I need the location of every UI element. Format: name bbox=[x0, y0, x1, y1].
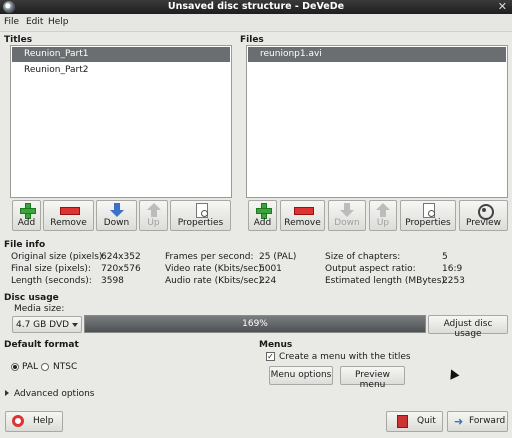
remove-icon bbox=[59, 203, 80, 217]
media-size-label: Media size: bbox=[14, 304, 65, 314]
aspect-value: 16:9 bbox=[442, 264, 463, 274]
chevron-down-icon bbox=[72, 323, 78, 327]
fps-value: 25 (PAL) bbox=[259, 252, 297, 262]
ntsc-label[interactable]: NTSC bbox=[53, 362, 77, 372]
default-format-heading: Default format bbox=[4, 340, 79, 350]
title-item-1[interactable]: Reunion_Part1 bbox=[12, 47, 230, 62]
est-length-label: Estimated length (MBytes): bbox=[325, 276, 448, 286]
expander-arrow-icon[interactable] bbox=[5, 390, 9, 396]
titles-remove-button[interactable]: Remove bbox=[43, 200, 94, 231]
titles-down-button[interactable]: Down bbox=[96, 200, 137, 231]
help-icon bbox=[12, 415, 24, 427]
file-info-heading: File info bbox=[4, 240, 46, 250]
files-heading: Files bbox=[240, 35, 264, 45]
create-menu-label[interactable]: Create a menu with the titles bbox=[279, 352, 411, 362]
menus-heading: Menus bbox=[259, 340, 293, 350]
est-length-value: 2253 bbox=[442, 276, 465, 286]
final-size-value: 720x576 bbox=[101, 264, 141, 274]
files-properties-button[interactable]: Properties bbox=[400, 200, 456, 231]
forward-icon: ➜ bbox=[454, 415, 464, 428]
menu-options-button[interactable]: Menu options bbox=[269, 366, 333, 385]
window-title: Unsaved disc structure - DeVeDe bbox=[167, 1, 345, 12]
quit-button[interactable]: Quit bbox=[386, 411, 443, 432]
pal-radio[interactable] bbox=[11, 363, 19, 371]
up-icon bbox=[376, 203, 390, 217]
title-item-2[interactable]: Reunion_Part2 bbox=[12, 63, 230, 78]
remove-icon bbox=[293, 203, 314, 217]
ntsc-radio[interactable] bbox=[41, 363, 49, 371]
menubar: File Edit Help bbox=[0, 14, 512, 32]
file-item-1[interactable]: reunionp1.avi bbox=[248, 47, 506, 62]
titles-up-button[interactable]: Up bbox=[139, 200, 168, 231]
chapters-label: Size of chapters: bbox=[325, 252, 401, 262]
titles-add-button[interactable]: Add bbox=[12, 200, 41, 231]
final-size-label: Final size (pixels): bbox=[11, 264, 91, 274]
disc-usage-bar: 169% bbox=[84, 315, 426, 333]
files-list[interactable]: reunionp1.avi bbox=[246, 45, 508, 198]
create-menu-checkbox[interactable]: ✓ bbox=[266, 352, 275, 361]
help-button[interactable]: Help bbox=[5, 411, 63, 432]
fps-label: Frames per second: bbox=[165, 252, 254, 262]
disc-usage-text: 169% bbox=[242, 319, 268, 329]
menu-file[interactable]: File bbox=[4, 17, 19, 27]
add-icon bbox=[19, 203, 36, 219]
aspect-label: Output aspect ratio: bbox=[325, 264, 416, 274]
properties-icon bbox=[421, 203, 435, 218]
advanced-options-toggle[interactable]: Advanced options bbox=[14, 389, 94, 399]
files-up-button[interactable]: Up bbox=[369, 200, 397, 231]
mouse-cursor-icon bbox=[446, 367, 460, 380]
pal-label[interactable]: PAL bbox=[22, 362, 38, 372]
quit-icon bbox=[397, 415, 408, 428]
preview-icon bbox=[477, 203, 494, 220]
audio-rate-value: 224 bbox=[259, 276, 277, 286]
adjust-disc-usage-button[interactable]: Adjust disc usage bbox=[428, 315, 508, 339]
menu-help[interactable]: Help bbox=[48, 17, 69, 27]
titles-properties-button[interactable]: Properties bbox=[170, 200, 231, 231]
video-rate-label: Video rate (Kbits/sec): bbox=[165, 264, 265, 274]
properties-icon bbox=[194, 203, 208, 218]
original-size-value: 624x352 bbox=[101, 252, 141, 262]
disc-usage-heading: Disc usage bbox=[4, 293, 59, 303]
chapters-value: 5 bbox=[442, 252, 448, 262]
length-value: 3598 bbox=[101, 276, 124, 286]
down-icon bbox=[340, 203, 354, 217]
files-down-button[interactable]: Down bbox=[328, 200, 366, 231]
close-icon[interactable]: ✕ bbox=[498, 0, 507, 13]
length-label: Length (seconds): bbox=[11, 276, 92, 286]
down-icon bbox=[109, 203, 124, 217]
preview-menu-button[interactable]: Preview menu bbox=[340, 366, 405, 390]
titles-list[interactable]: Reunion_Part1 Reunion_Part2 bbox=[10, 45, 232, 198]
video-rate-value: 5001 bbox=[259, 264, 282, 274]
window-titlebar[interactable]: Unsaved disc structure - DeVeDe ✕ bbox=[0, 0, 512, 14]
original-size-label: Original size (pixels): bbox=[11, 252, 106, 262]
media-size-select[interactable]: 4.7 GB DVD bbox=[12, 316, 82, 333]
files-remove-button[interactable]: Remove bbox=[280, 200, 325, 231]
menu-edit[interactable]: Edit bbox=[26, 17, 43, 27]
forward-button[interactable]: ➜ Forward bbox=[447, 411, 508, 432]
media-size-value: 4.7 GB DVD bbox=[16, 320, 70, 330]
up-icon bbox=[146, 203, 161, 217]
titles-heading: Titles bbox=[4, 35, 33, 45]
files-preview-button[interactable]: Preview bbox=[459, 200, 508, 231]
files-add-button[interactable]: Add bbox=[248, 200, 277, 231]
audio-rate-label: Audio rate (Kbits/sec): bbox=[165, 276, 266, 286]
add-icon bbox=[255, 203, 272, 219]
